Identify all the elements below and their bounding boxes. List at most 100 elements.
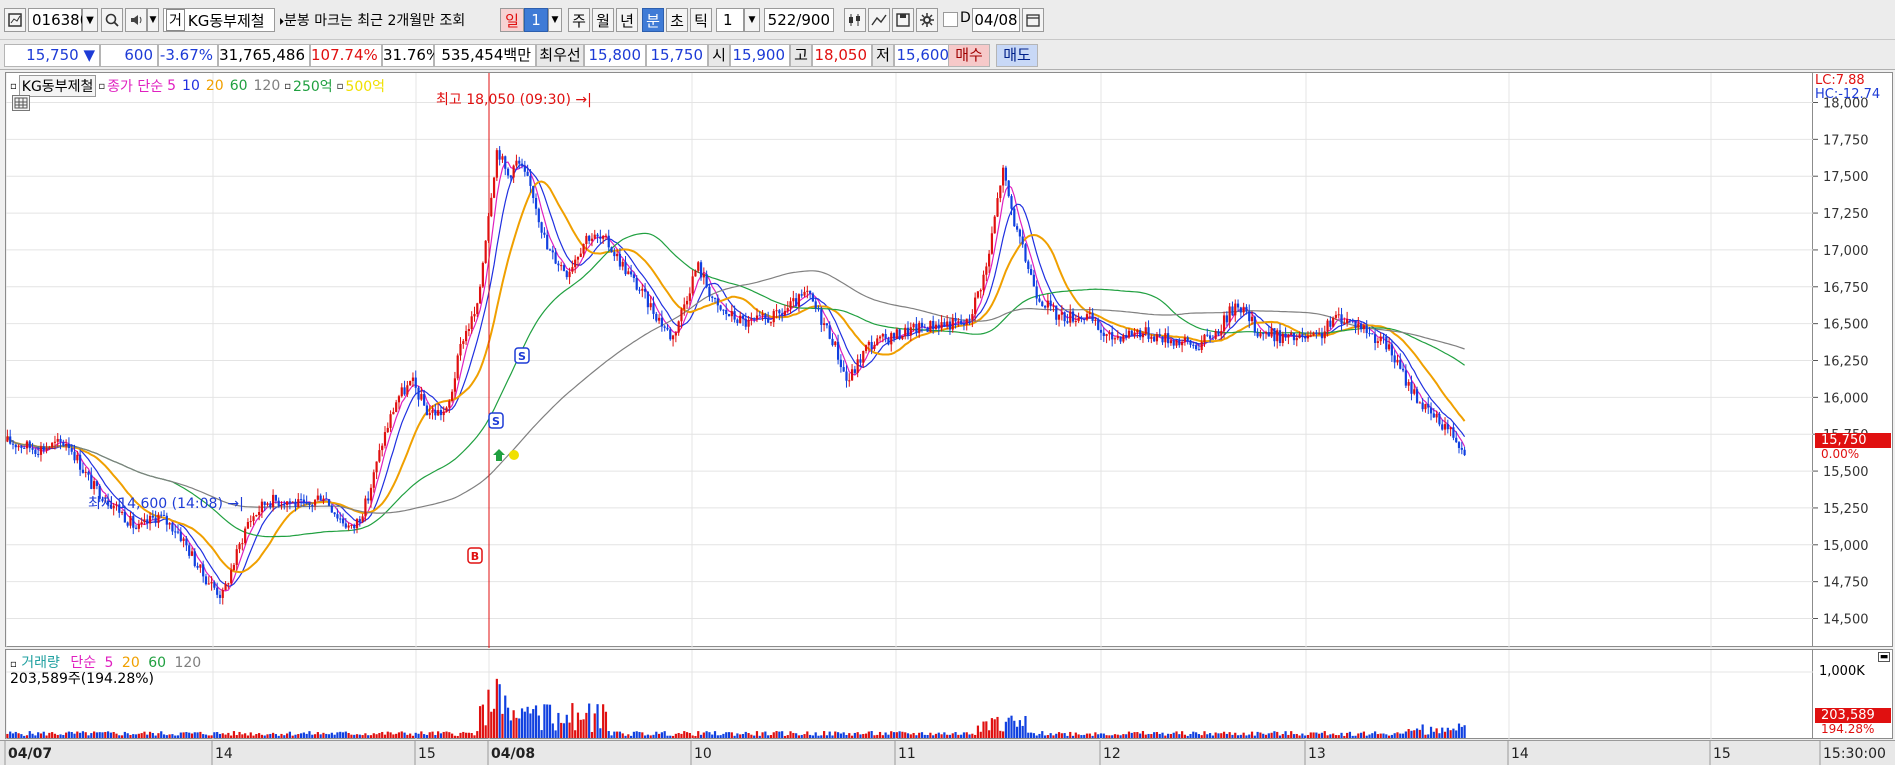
volume-bar (515, 717, 518, 738)
candle-body (644, 288, 647, 292)
candle-body (171, 522, 174, 532)
tab-tick[interactable]: 틱 (690, 8, 712, 32)
candle-body (176, 531, 180, 533)
volume-chart[interactable]: ▫ 거래량 단순 5 20 60 120 203,589주(194.28%) (5, 649, 1814, 740)
candle-body (722, 309, 725, 311)
search-button[interactable] (101, 8, 123, 32)
tab-month[interactable]: 월 (592, 8, 614, 32)
candle-body (448, 401, 451, 408)
volume-bar (425, 734, 429, 738)
volume-bar (109, 732, 112, 738)
volume-bar (708, 732, 711, 738)
volume-bar (1382, 733, 1385, 738)
candle-body (1228, 306, 1231, 323)
volume-bar (976, 725, 980, 738)
candle-body (683, 304, 686, 310)
volume-bar (87, 735, 90, 738)
candle-body (42, 446, 45, 451)
volume-bar (579, 719, 582, 738)
candle-body (451, 391, 454, 402)
tab-day-count[interactable]: 1 (524, 8, 548, 32)
y-tick-label: 16,750 (1823, 281, 1869, 296)
tab-week[interactable]: 주 (568, 8, 590, 32)
candle-body (1298, 334, 1301, 339)
date-input[interactable]: 04/08 (972, 8, 1020, 32)
candle-body (235, 549, 238, 565)
speaker-dropdown[interactable]: ▼ (147, 8, 159, 32)
volume-bar (1102, 733, 1105, 738)
volume-bar (1404, 731, 1407, 738)
volume-bar (912, 732, 915, 738)
candle-body (202, 564, 205, 577)
candle-body (218, 594, 222, 598)
price-chart[interactable]: S S B ▫ KG동부제철 ▫ 종가 단순 5 10 20 60 120 ▫ … (5, 72, 1814, 648)
volume-bar (31, 733, 34, 738)
volume-bar (1410, 730, 1413, 738)
candle-style-button[interactable] (844, 8, 866, 32)
candle-body (862, 350, 865, 363)
candle-body (182, 538, 185, 541)
candle-body (853, 369, 856, 373)
tab-minute[interactable]: 분 (642, 8, 664, 32)
code-dropdown[interactable]: ▼ (82, 8, 98, 32)
candle-body (1150, 336, 1153, 339)
volume-bar (867, 731, 870, 738)
candle-body (923, 327, 926, 329)
interval-input[interactable]: 1 (716, 8, 744, 32)
settings-button[interactable] (916, 8, 938, 32)
candle-body (1063, 312, 1066, 322)
volume-bar (663, 731, 666, 738)
candle-body (940, 322, 943, 329)
candle-body (1348, 319, 1352, 321)
interval-dropdown[interactable]: ▼ (744, 8, 760, 32)
table-view-button[interactable] (12, 95, 30, 111)
candle-body (568, 271, 571, 278)
candle-body (979, 290, 982, 292)
volume-bar (210, 735, 213, 738)
candle-body (1320, 333, 1324, 339)
tab-day[interactable]: 일 (500, 8, 524, 32)
candle-body (859, 359, 862, 363)
volume-bar (389, 732, 392, 738)
day-count-dropdown[interactable]: ▼ (548, 8, 562, 32)
date-checkbox[interactable] (943, 12, 958, 27)
volume-bar (216, 732, 219, 738)
volume-bar (1099, 733, 1103, 738)
volume-bar (649, 735, 652, 738)
tab-second[interactable]: 초 (666, 8, 688, 32)
candle-body (856, 359, 859, 373)
candle-body (428, 412, 431, 416)
volume-bar (551, 723, 554, 738)
volume-bar (1242, 732, 1245, 738)
save-button[interactable] (892, 8, 914, 32)
legend-name[interactable]: KG동부제철 (18, 75, 97, 97)
buy-button[interactable]: 매수 (948, 44, 990, 67)
candle-body (1099, 329, 1103, 333)
stock-name-field[interactable]: 거 KG동부제철 (163, 8, 275, 32)
draw-tool-button[interactable] (868, 8, 890, 32)
collapse-button[interactable]: ▬ (1878, 652, 1890, 662)
volume-bar (814, 732, 817, 738)
count-field[interactable]: 522/900 (764, 8, 834, 32)
candle-body (1239, 307, 1242, 313)
speaker-button[interactable] (125, 8, 147, 32)
candle-body (694, 270, 697, 277)
candle-body (1460, 447, 1463, 450)
turnover: 31.76% (383, 46, 441, 64)
x-tick-label: 14 (215, 746, 233, 762)
candle-body (154, 517, 157, 523)
candle-body (168, 522, 171, 525)
tab-year[interactable]: 년 (616, 8, 638, 32)
candle-body (1206, 334, 1209, 336)
candle-body (210, 582, 213, 584)
code-input[interactable]: 016380 (28, 8, 89, 32)
volume-bar (224, 734, 227, 738)
calendar-button[interactable] (1022, 8, 1044, 32)
volume-bar (1270, 732, 1273, 738)
chart-type-icon[interactable] (4, 8, 26, 32)
y-tick-label: 14,750 (1823, 576, 1869, 591)
sell-button[interactable]: 매도 (996, 44, 1038, 67)
candle-body (62, 442, 65, 446)
volume-bar (543, 704, 546, 738)
volume-bar (79, 732, 82, 738)
